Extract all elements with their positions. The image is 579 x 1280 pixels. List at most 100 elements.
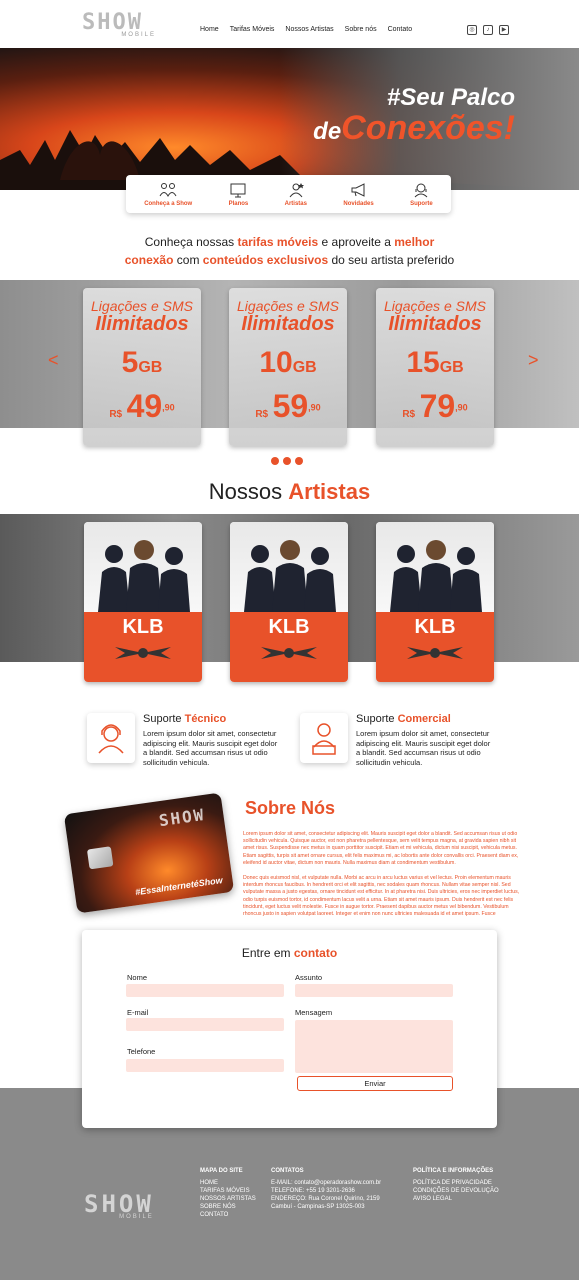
name-field[interactable]: [126, 984, 284, 997]
artist-band: KLB: [230, 612, 348, 682]
plan-card-10gb[interactable]: Ligações e SMS Ilimitados 10GB R$ 59,90: [229, 288, 347, 446]
plan-currency: R$: [255, 409, 269, 420]
intro-text: Conheça nossas tarifas móveis e aproveit…: [0, 233, 579, 269]
support-title-a: Suporte: [143, 713, 182, 725]
youtube-icon[interactable]: ▶: [499, 25, 509, 35]
name-label: Nome: [127, 973, 148, 982]
send-button[interactable]: Enviar: [297, 1076, 453, 1091]
nav-contato[interactable]: Contato: [388, 26, 413, 33]
carousel-dots: [271, 457, 303, 465]
nav-home[interactable]: Home: [200, 26, 219, 33]
plan-price: 79: [419, 388, 456, 424]
carousel-dot[interactable]: [271, 457, 279, 465]
quick-suporte-label: Suporte: [410, 200, 433, 207]
sitemap-link[interactable]: TARIFAS MÓVEIS: [200, 1187, 256, 1195]
sitemap-link[interactable]: NOSSOS ARTISTAS: [200, 1195, 256, 1203]
contact-address-city: Cambuí - Campinas-SP 13025-003: [271, 1204, 365, 1210]
quick-suporte[interactable]: Suporte: [410, 182, 433, 207]
phone-label: Telefone: [127, 1047, 156, 1056]
carousel-prev-arrow[interactable]: <: [48, 350, 59, 371]
logo[interactable]: SHOW MOBILE: [82, 12, 156, 42]
plan-cents: ,90: [455, 402, 468, 413]
contact-title: Entre em contato: [82, 946, 497, 960]
logo-text: SHOW: [82, 10, 143, 35]
plan-line2: Ilimitados: [388, 313, 482, 335]
wings-logo-icon: [407, 647, 463, 659]
support-title-b: Comercial: [397, 713, 451, 725]
message-field[interactable]: [295, 1020, 453, 1073]
policy-link[interactable]: CONDIÇÕES DE DEVOLUÇÃO: [413, 1187, 499, 1195]
plan-data-unit: GB: [439, 359, 464, 376]
artist-photo: [84, 522, 202, 612]
laptop-agent-icon: [312, 723, 336, 755]
quick-planos[interactable]: Planos: [229, 182, 248, 207]
carousel-dot[interactable]: [283, 457, 291, 465]
quick-artistas-label: Artistas: [284, 200, 307, 207]
artists-title-a: Nossos: [208, 479, 283, 504]
plan-line1: Ligações e SMS: [384, 298, 486, 314]
hero-conexoes: Conexões!: [341, 109, 515, 147]
nav-artistas[interactable]: Nossos Artistas: [285, 26, 333, 33]
people-icon: [159, 182, 177, 197]
intro-part: com: [173, 253, 203, 267]
artist-card[interactable]: KLB: [376, 522, 494, 682]
carousel-dot[interactable]: [295, 457, 303, 465]
contacts-title: CONTATOS: [271, 1168, 304, 1174]
policy-link[interactable]: POLÍTICA DE PRIVACIDADE: [413, 1179, 499, 1187]
artist-photo: [376, 522, 494, 612]
instagram-icon[interactable]: ◎: [467, 25, 477, 35]
phone-field[interactable]: [126, 1059, 284, 1072]
hero-palco: Palco: [450, 84, 515, 111]
intro-highlight: conteúdos exclusivos: [202, 253, 329, 267]
sim-chip: [86, 846, 114, 870]
sitemap-title: MAPA DO SITE: [200, 1168, 243, 1174]
intro-part: e aproveite a: [318, 235, 395, 249]
plan-currency: R$: [109, 409, 123, 420]
plan-cents: ,90: [162, 402, 175, 413]
support-commercial-title: Suporte Comercial: [356, 713, 451, 725]
main-nav: Home Tarifas Móveis Nossos Artistas Sobr…: [200, 26, 423, 33]
plan-card-15gb[interactable]: Ligações e SMS Ilimitados 15GB R$ 79,90: [376, 288, 494, 446]
footer-logo[interactable]: SHOW MOBILE: [84, 1190, 154, 1220]
contact-title-b: contato: [293, 946, 338, 960]
policy-title: POLÍTICA E INFORMAÇÕES: [413, 1168, 494, 1174]
contact-email[interactable]: E-MAIL: contato@operadorashow.com.br: [271, 1179, 381, 1187]
plan-data-unit: GB: [292, 359, 317, 376]
quick-conheca[interactable]: Conheça a Show: [144, 182, 192, 207]
subject-field[interactable]: [295, 984, 453, 997]
carousel-next-arrow[interactable]: >: [528, 350, 539, 371]
nav-sobre[interactable]: Sobre nós: [345, 26, 377, 33]
artists-title: Nossos Artistas: [0, 479, 579, 505]
plan-line2: Ilimitados: [241, 313, 335, 335]
hero-banner: #Seu Palco deConexões!: [0, 48, 579, 190]
sitemap-link[interactable]: HOME: [200, 1179, 256, 1187]
artist-name: KLB: [268, 616, 310, 638]
email-label: E-mail: [127, 1008, 149, 1017]
policy-link[interactable]: AVISO LEGAL: [413, 1195, 499, 1203]
quick-novidades[interactable]: Novidades: [343, 182, 374, 207]
nav-tarifas[interactable]: Tarifas Móveis: [230, 26, 275, 33]
sitemap-link[interactable]: CONTATO: [200, 1211, 256, 1219]
headset-icon: [415, 183, 428, 197]
plan-data-amount: 10: [259, 346, 293, 379]
wings-logo-icon: [261, 647, 317, 659]
support-technical-icon-box: [87, 713, 135, 763]
support-technical-text: Lorem ipsum dolor sit amet, consectetur …: [143, 729, 278, 767]
quick-artistas[interactable]: Artistas: [285, 182, 307, 207]
plan-line1: Ligações e SMS: [91, 298, 193, 314]
tiktok-icon[interactable]: ♪: [483, 25, 493, 35]
support-commercial-text: Lorem ipsum dolor sit amet, consectetur …: [356, 729, 491, 767]
sitemap-link[interactable]: SOBRE NÓS: [200, 1203, 256, 1211]
artist-card[interactable]: KLB: [230, 522, 348, 682]
about-title: Sobre Nós: [245, 798, 335, 819]
plan-cents: ,90: [308, 402, 321, 413]
plan-data-unit: GB: [138, 359, 163, 376]
artist-card[interactable]: KLB: [84, 522, 202, 682]
wings-logo-icon: [115, 647, 171, 659]
plan-data-amount: 15: [406, 346, 440, 379]
email-field[interactable]: [126, 1018, 284, 1031]
contact-phone[interactable]: TELEFONE: +55 19 3201-2636: [271, 1187, 381, 1195]
star-person-icon: [289, 182, 304, 197]
plan-card-5gb[interactable]: Ligações e SMS Ilimitados 5GB R$ 49,90: [83, 288, 201, 446]
plan-data-amount: 5: [121, 346, 139, 379]
